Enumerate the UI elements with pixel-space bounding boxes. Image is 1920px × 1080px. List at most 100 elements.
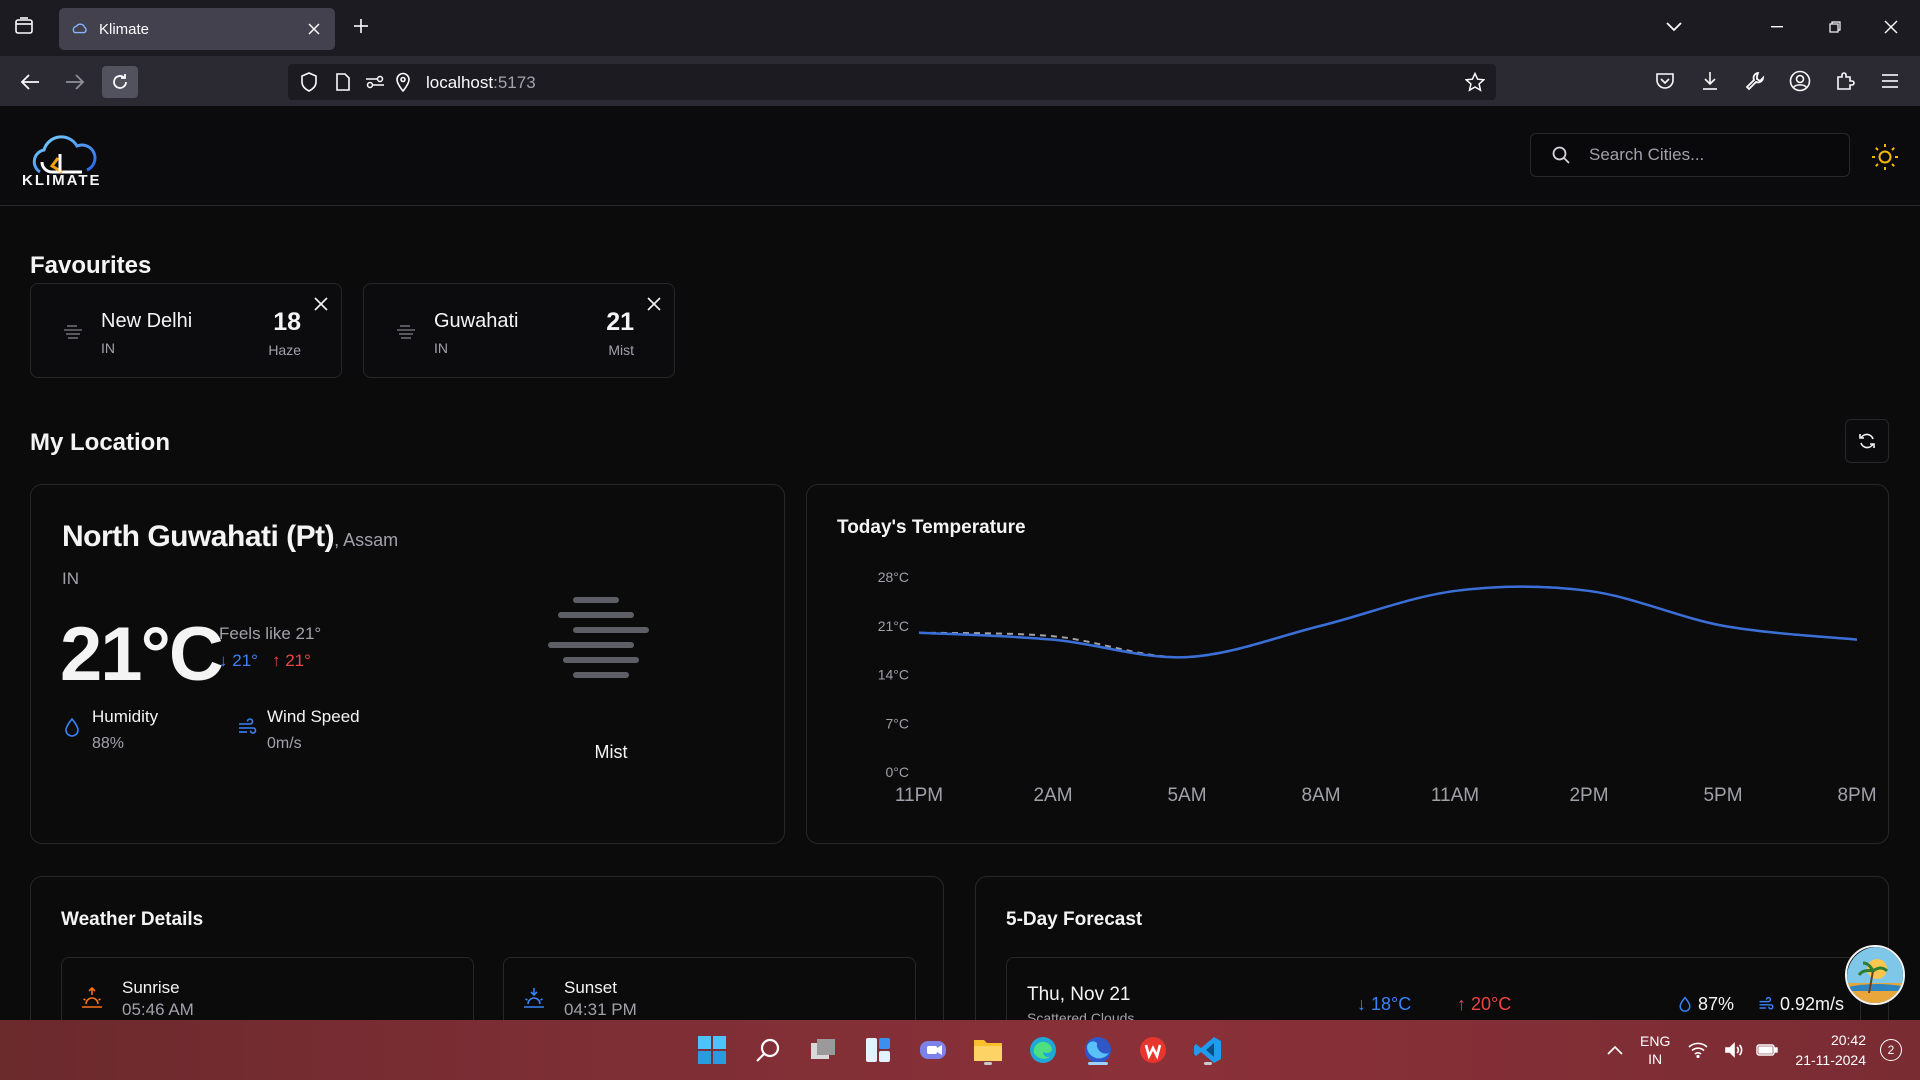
file-explorer-icon[interactable] — [970, 1032, 1006, 1068]
bookmark-star-icon[interactable] — [1464, 71, 1486, 93]
fav-temp: 18 — [273, 308, 301, 336]
url-text[interactable]: localhost:5173 — [426, 73, 536, 93]
browser-tabstrip: Klimate — [0, 0, 1920, 56]
x-tick-label: 2PM — [1569, 785, 1608, 806]
minimize-icon[interactable] — [1764, 14, 1790, 40]
extensions-icon[interactable] — [1832, 68, 1858, 94]
forecast-date: Thu, Nov 21 — [1027, 984, 1131, 1005]
vscode-icon[interactable] — [1190, 1032, 1226, 1068]
x-tick-label: 11AM — [1431, 785, 1479, 806]
search-input[interactable]: Search Cities... — [1530, 133, 1850, 177]
x-tick-label: 5PM — [1703, 785, 1742, 806]
tab-overflow-chevron-icon[interactable] — [1661, 14, 1687, 40]
menu-icon[interactable] — [1877, 68, 1903, 94]
min-temp: ↓ 21° — [219, 651, 258, 670]
wrench-icon[interactable] — [1742, 68, 1768, 94]
search-placeholder: Search Cities... — [1589, 145, 1705, 164]
mist-condition-icon — [548, 597, 649, 678]
tab-list-icon[interactable] — [12, 14, 36, 38]
back-icon[interactable] — [12, 66, 48, 98]
current-weather-card: North Guwahati (Pt), Assam IN 21°C Feels… — [30, 484, 785, 844]
task-view-icon[interactable] — [805, 1032, 841, 1068]
close-window-icon[interactable] — [1878, 14, 1904, 40]
volume-icon[interactable] — [1722, 1032, 1746, 1068]
tab-close-icon[interactable] — [305, 20, 323, 38]
fav-country: IN — [101, 340, 115, 356]
fav-city-name: Guwahati — [434, 310, 519, 332]
battery-icon[interactable] — [1754, 1032, 1780, 1068]
teams-chat-icon[interactable] — [915, 1032, 951, 1068]
url-bar[interactable]: localhost:5173 — [288, 64, 1496, 100]
wind-icon — [239, 718, 257, 734]
wind-label: Wind Speed — [267, 707, 360, 726]
temperature-series-line — [918, 585, 1858, 659]
forward-icon[interactable] — [57, 66, 93, 98]
downloads-icon[interactable] — [1697, 68, 1723, 94]
sun-theme-toggle-icon[interactable] — [1870, 142, 1900, 172]
language-indicator[interactable]: ENG IN — [1640, 1032, 1670, 1068]
edge-icon[interactable] — [1025, 1032, 1061, 1068]
location-state: , Assam — [334, 530, 399, 550]
droplet-icon — [65, 717, 79, 737]
search-icon[interactable] — [750, 1032, 786, 1068]
logo-text: KLIMATE — [22, 172, 102, 189]
x-tick-label: 5AM — [1167, 785, 1206, 806]
windows-start-icon[interactable] — [694, 1032, 730, 1068]
min-max-temps: ↓ 21° ↑ 21° — [219, 651, 311, 671]
sunrise-label: Sunrise — [122, 978, 180, 997]
remove-favourite-icon[interactable] — [646, 296, 662, 312]
forecast-wind: 0.92m/s — [1757, 994, 1844, 1015]
page-icon[interactable] — [332, 71, 354, 93]
condition-label: Mist — [594, 742, 628, 762]
forecast-title: 5-Day Forecast — [1006, 909, 1143, 930]
floating-avatar-bubble[interactable] — [1845, 945, 1905, 1005]
location-pin-icon[interactable] — [392, 71, 414, 93]
y-tick-label: 14°C — [878, 667, 909, 683]
app-header: KLIMATE Search Cities... — [0, 106, 1920, 206]
notification-badge[interactable]: 2 — [1880, 1039, 1902, 1061]
account-icon[interactable] — [1787, 68, 1813, 94]
show-hidden-icons-icon[interactable] — [1597, 1032, 1633, 1068]
reload-icon[interactable] — [102, 66, 138, 98]
system-clock[interactable]: 20:42 21-11-2024 — [1795, 1030, 1866, 1070]
wifi-icon[interactable] — [1686, 1032, 1710, 1068]
running-indicator — [984, 1062, 992, 1065]
wps-office-icon[interactable] — [1135, 1032, 1171, 1068]
favourite-card-guwahati[interactable]: Guwahati IN 21 Mist — [363, 283, 675, 378]
browser-tab[interactable]: Klimate — [59, 8, 335, 50]
forecast-humidity: 87% — [1677, 994, 1734, 1015]
sunrise-icon — [82, 986, 102, 1008]
refresh-icon — [1859, 433, 1875, 449]
mist-icon — [397, 325, 415, 339]
fav-desc: Haze — [268, 342, 301, 358]
fav-city-name: New Delhi — [101, 310, 193, 332]
refresh-location-button[interactable] — [1845, 419, 1889, 463]
location-city: North Guwahati (Pt), Assam — [62, 520, 399, 553]
fav-desc: Mist — [608, 342, 634, 358]
wind-icon — [1759, 996, 1774, 1010]
restore-icon[interactable] — [1822, 14, 1848, 40]
klimate-favicon-icon — [72, 23, 87, 34]
forecast-min: ↓ 18°C — [1357, 994, 1412, 1014]
remove-favourite-icon[interactable] — [313, 296, 329, 312]
x-tick-label: 11PM — [895, 785, 943, 806]
y-tick-label: 28°C — [878, 569, 909, 585]
permissions-icon[interactable] — [364, 71, 386, 93]
klimate-app: KLIMATE Search Cities... Favourites New … — [0, 106, 1920, 1076]
active-indicator — [1088, 1062, 1108, 1065]
fav-temp: 21 — [606, 308, 634, 336]
windows-taskbar: ENG IN 20:42 21-11-2024 2 — [0, 1020, 1920, 1080]
shield-icon[interactable] — [298, 71, 320, 93]
fav-country: IN — [434, 340, 448, 356]
widgets-icon[interactable] — [860, 1032, 896, 1068]
haze-icon — [64, 325, 82, 339]
new-tab-icon[interactable] — [349, 14, 373, 38]
temperature-line-chart: 28°C 21°C 14°C 7°C 0°C 11PM 2AM 5AM 8AM 11AM 2PM 5P… — [878, 569, 1877, 806]
pocket-icon[interactable] — [1652, 68, 1678, 94]
favourite-card-new-delhi[interactable]: New Delhi IN 18 Haze — [30, 283, 342, 378]
weather-details-title: Weather Details — [61, 909, 204, 930]
feels-like: Feels like 21° — [219, 624, 322, 643]
firefox-icon[interactable] — [1080, 1032, 1116, 1068]
x-tick-label: 2AM — [1033, 785, 1072, 806]
running-indicator — [1204, 1062, 1212, 1065]
